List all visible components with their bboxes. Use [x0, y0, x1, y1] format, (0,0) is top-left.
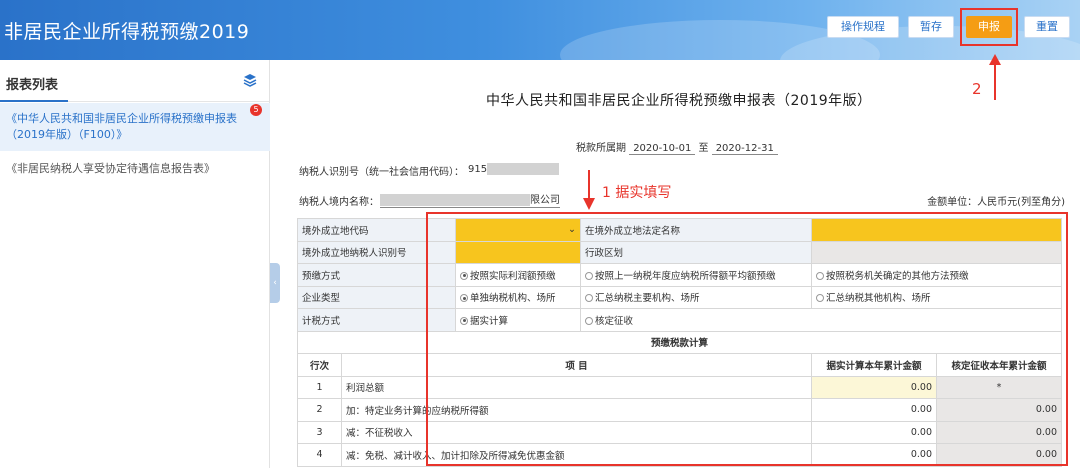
sidebar-item-f100[interactable]: 《中华人民共和国非居民企业所得税预缴申报表（2019年版）（F100）》 5: [0, 103, 270, 151]
sidebar-item-label: 《中华人民共和国非居民企业所得税预缴申报表（2019年版）（F100）》: [6, 112, 237, 141]
main-form-area: 中华人民共和国非居民企业所得税预缴申报表（2019年版） 税款所属期 2020-…: [282, 60, 1080, 468]
reset-button[interactable]: 重置: [1024, 16, 1070, 38]
app-header: 非居民企业所得税预缴2019 操作规程 暂存 申报 重置: [0, 0, 1080, 60]
period-end-field[interactable]: 2020-12-31: [711, 143, 778, 155]
annotation-step-1: 1 据实填写: [602, 185, 672, 201]
declare-highlight-box: [960, 8, 1018, 46]
form-title: 中华人民共和国非居民企业所得税预缴申报表（2019年版）: [486, 93, 872, 109]
collapse-left-icon[interactable]: ‹: [270, 263, 280, 303]
col-row-no: 行次: [297, 353, 342, 377]
period-start-field[interactable]: 2020-10-01: [629, 143, 696, 155]
sidebar: 报表列表 《中华人民共和国非居民企业所得税预缴申报表（2019年版）（F100）…: [0, 60, 270, 468]
sidebar-header: 报表列表: [0, 60, 269, 102]
sidebar-item-treaty-report[interactable]: 《非居民纳税人享受协定待遇信息报告表》: [6, 160, 215, 176]
taxpayer-id-value: 915: [468, 163, 560, 175]
sidebar-title: 报表列表: [6, 78, 59, 93]
taxpayer-id-label: 纳税人识别号（统一社会信用代码）：: [299, 167, 464, 178]
taxpayer-name-label: 纳税人境内名称：: [299, 197, 379, 208]
rules-button[interactable]: 操作规程: [827, 16, 899, 38]
fill-area-highlight-box: [426, 212, 1068, 466]
count-badge: 5: [250, 104, 262, 116]
arrow-down-icon: [583, 170, 595, 210]
amount-unit-label: 金额单位：人民币元(列至角分): [927, 197, 1065, 208]
save-draft-button[interactable]: 暂存: [908, 16, 954, 38]
tax-period: 税款所属期 2020-10-01 至 2020-12-31: [576, 139, 778, 155]
layers-icon[interactable]: [243, 73, 257, 87]
taxpayer-name-value: 限公司: [380, 191, 560, 208]
app-title: 非居民企业所得税预缴2019: [4, 21, 250, 43]
